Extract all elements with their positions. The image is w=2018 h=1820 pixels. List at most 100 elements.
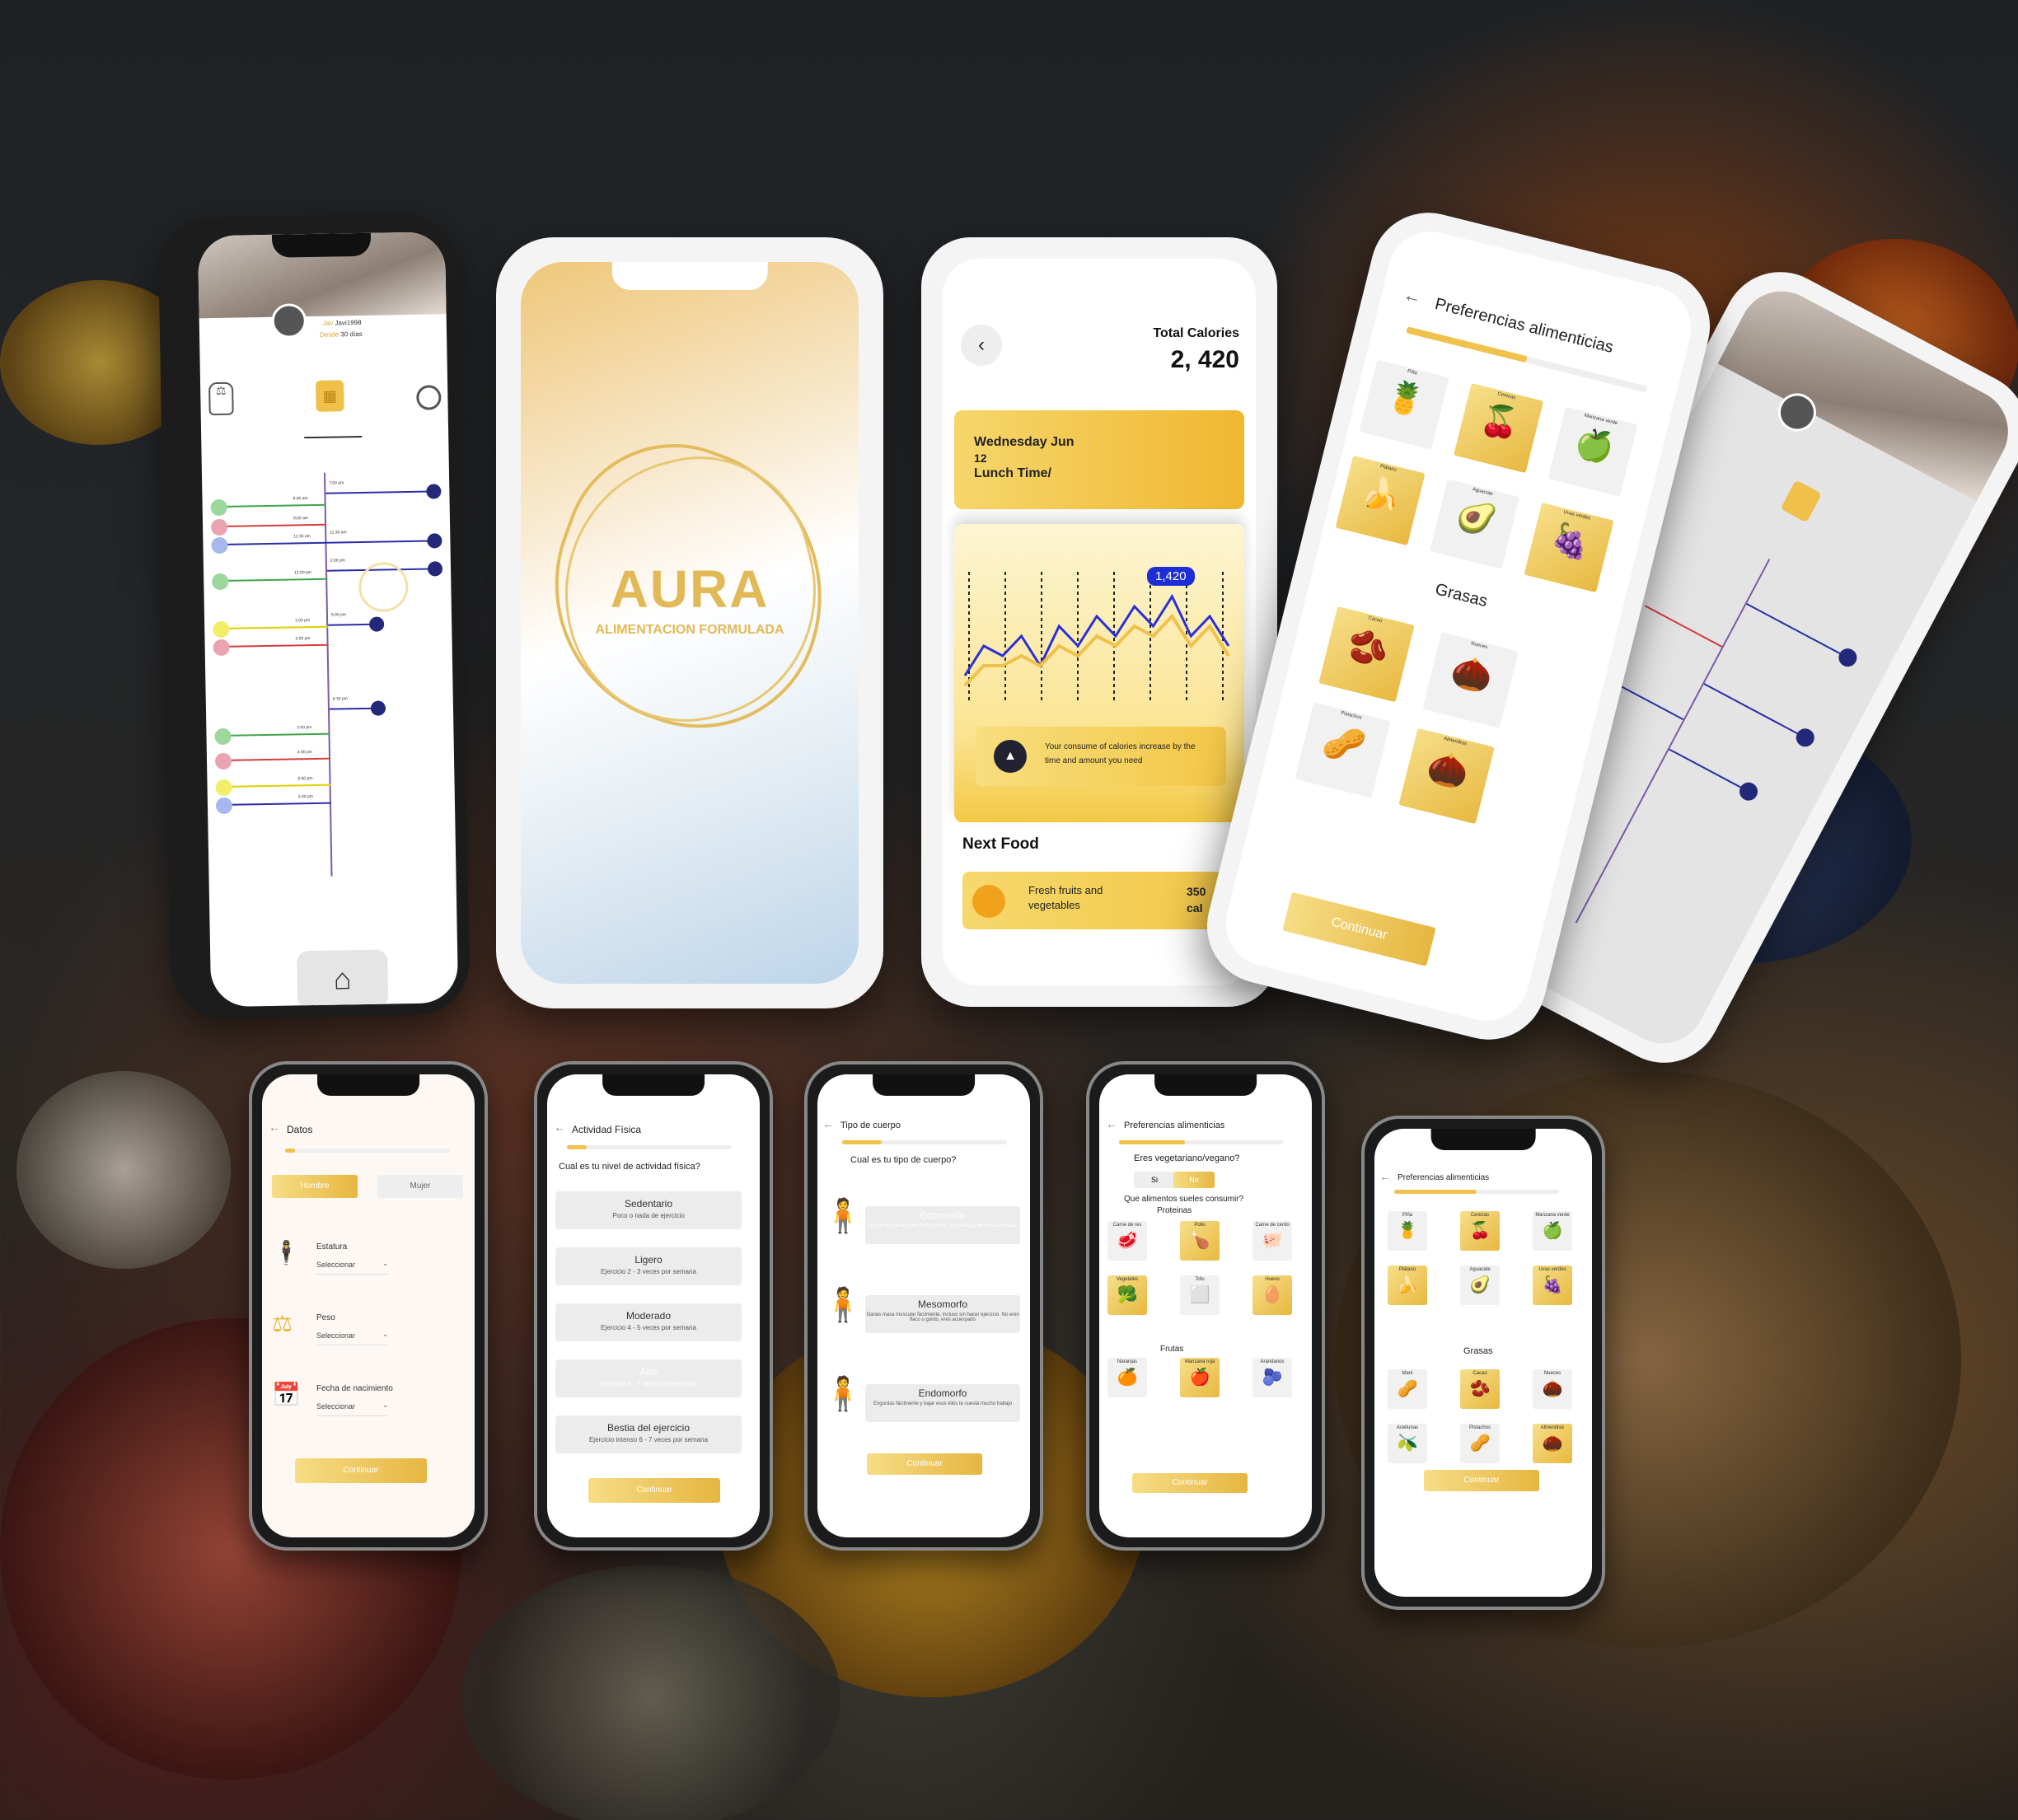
back-arrow-icon[interactable]: ← xyxy=(1379,1170,1391,1183)
back-button[interactable]: ‹ xyxy=(961,325,1002,366)
body-type-option[interactable]: Ectomorfo Cuerpo lo que sea pero no engor… xyxy=(865,1206,1020,1244)
food-tile[interactable]: Uvas verdes 🍇 xyxy=(1524,503,1614,593)
food-tile-label: Almendras xyxy=(1540,1425,1565,1430)
food-tile[interactable]: Aceitunas 🫒 xyxy=(1388,1424,1427,1463)
food-tile[interactable]: Tofu ⬜ xyxy=(1180,1275,1220,1315)
timeline-time: 11:30 am xyxy=(330,530,347,536)
timeline-node[interactable] xyxy=(213,639,230,657)
food-tile[interactable]: Maní 🥜 xyxy=(1388,1369,1427,1409)
field-select[interactable]: Seleccionar xyxy=(316,1331,387,1345)
calendar-icon[interactable]: ▦ xyxy=(316,380,344,412)
food-tile[interactable]: Manzana roja 🍎 xyxy=(1180,1358,1220,1397)
calendar-icon-2[interactable] xyxy=(1780,480,1823,523)
food-tile[interactable]: Aguacate 🥑 xyxy=(1430,479,1520,569)
timeline-node[interactable] xyxy=(213,620,230,639)
food-tile[interactable]: Carne de res 🥩 xyxy=(1107,1221,1147,1261)
activity-option[interactable]: Moderado Ejercicio 4 - 5 veces por semana xyxy=(555,1303,742,1341)
screen-title: Datos xyxy=(287,1124,313,1135)
timeline-node[interactable] xyxy=(212,573,229,591)
timeline-node[interactable] xyxy=(210,518,228,536)
timeline-time: 5:30 pm xyxy=(297,794,313,800)
continue-button[interactable]: Continuar xyxy=(1282,891,1436,966)
continue-button[interactable]: Continuar xyxy=(867,1453,982,1475)
avatar[interactable] xyxy=(271,303,307,339)
continue-button[interactable]: Continuar xyxy=(1132,1473,1248,1493)
timeline-node[interactable] xyxy=(214,728,232,746)
continue-button[interactable]: Continuar xyxy=(295,1458,427,1483)
food-tile[interactable]: Pistachos 🥜 xyxy=(1295,702,1391,798)
food-tile-label: Pollo xyxy=(1194,1223,1206,1228)
continue-button[interactable]: Continuar xyxy=(588,1478,720,1503)
back-arrow-icon[interactable]: ← xyxy=(269,1121,280,1134)
male-option[interactable]: Hombre xyxy=(272,1175,358,1198)
food-icon: 🍇 xyxy=(1542,1276,1563,1294)
food-tile[interactable]: Vegetales 🥦 xyxy=(1107,1275,1147,1315)
field-select[interactable]: Seleccionar xyxy=(316,1402,387,1416)
timeline-meal-dot[interactable] xyxy=(426,484,442,499)
back-arrow-icon[interactable]: ← xyxy=(1106,1117,1117,1130)
timeline-node[interactable] xyxy=(215,797,233,815)
food-tile[interactable]: Nueces 🌰 xyxy=(1533,1369,1572,1409)
timeline-meal-dot[interactable] xyxy=(370,700,386,716)
food-tile-label: Pistachos xyxy=(1468,1425,1491,1430)
food-tile[interactable]: Cacao 🫘 xyxy=(1460,1369,1500,1409)
next-food-title: Next Food xyxy=(962,835,1039,853)
timeline-node[interactable] xyxy=(211,536,228,554)
timeline-node[interactable] xyxy=(215,779,232,797)
activity-option[interactable]: Ligero Ejercicio 2 - 3 veces por semana xyxy=(555,1247,742,1285)
scale-icon[interactable]: ⚖ xyxy=(208,381,234,416)
info-text: Your consume of calories increase by the… xyxy=(1045,742,1196,765)
back-arrow-icon[interactable]: ← xyxy=(822,1117,834,1130)
timeline-meal-dot[interactable] xyxy=(427,533,442,549)
chevron-down-icon: ⌄ xyxy=(382,1259,389,1267)
lollipop-icon[interactable] xyxy=(416,385,442,410)
food-tile[interactable]: Plátano 🍌 xyxy=(1388,1266,1427,1305)
no-button[interactable]: No xyxy=(1173,1172,1215,1188)
food-tile[interactable]: Aguacate 🥑 xyxy=(1460,1266,1500,1305)
food-tile[interactable]: Almendras 🌰 xyxy=(1533,1424,1572,1463)
timeline-line-left xyxy=(221,523,327,527)
food-tile[interactable]: Plátano 🍌 xyxy=(1335,455,1426,546)
yes-button[interactable]: Si xyxy=(1134,1172,1175,1188)
timeline-line-right xyxy=(328,623,375,626)
activity-option[interactable]: Bestia del ejercicio Ejercicio intenso 6 … xyxy=(555,1415,742,1453)
activity-option[interactable]: Sedentario Poco o nada de ejercicio xyxy=(555,1191,742,1229)
continue-button[interactable]: Continuar xyxy=(1424,1470,1539,1491)
back-arrow-icon[interactable]: ← xyxy=(1401,283,1424,309)
food-tile[interactable]: Naranjas 🍊 xyxy=(1107,1358,1147,1397)
field-select[interactable]: Seleccionar xyxy=(316,1261,387,1275)
timeline-meal-dot[interactable] xyxy=(369,616,385,632)
body-type-option[interactable]: Mesomorfo Ganas masa muscular fácilmente,… xyxy=(865,1295,1020,1333)
home-button[interactable]: ⌂ xyxy=(297,949,389,1008)
screen-title: Preferencias alimenticias xyxy=(1398,1173,1490,1182)
food-icon: 🥑 xyxy=(1469,1276,1491,1294)
food-tile[interactable]: Cacao 🫘 xyxy=(1318,606,1415,703)
back-arrow-icon[interactable]: ← xyxy=(554,1121,565,1134)
food-tile[interactable]: Manzana verde 🍏 xyxy=(1547,406,1638,497)
meal-label: Lunch Time/ xyxy=(974,466,1051,480)
food-tile[interactable]: Pollo 🍗 xyxy=(1180,1221,1220,1261)
food-tile[interactable]: Cerezas 🍒 xyxy=(1460,1211,1500,1251)
food-tile[interactable]: Arandanos 🫐 xyxy=(1252,1358,1292,1397)
food-tile[interactable]: Uvas verdes 🍇 xyxy=(1533,1266,1572,1305)
food-icon: 🫐 xyxy=(1262,1369,1283,1387)
food-tile[interactable]: Manzana verde 🍏 xyxy=(1533,1211,1572,1251)
body-type-option[interactable]: Endomorfo Engordas fácilmente y bajar eso… xyxy=(865,1384,1020,1422)
food-tile[interactable]: Pistachos 🥜 xyxy=(1460,1424,1500,1463)
food-tile[interactable]: Carne de cerdo 🐖 xyxy=(1252,1221,1292,1261)
food-icon: 🍌 xyxy=(1397,1276,1418,1294)
activity-option[interactable]: Alto Ejercicio 6 - 7 veces por semana xyxy=(555,1359,742,1397)
timeline-node[interactable] xyxy=(210,498,227,517)
female-option[interactable]: Mujer xyxy=(377,1175,463,1198)
food-tile[interactable]: Nueces 🌰 xyxy=(1422,632,1519,728)
food-tile[interactable]: Cerezas 🍒 xyxy=(1454,383,1544,474)
timeline-time: 12:00 pm xyxy=(294,570,311,576)
timeline-line-left xyxy=(220,503,326,508)
food-tile[interactable]: Piña 🍍 xyxy=(1359,359,1449,450)
timeline-node[interactable] xyxy=(214,752,232,770)
timeline-meal-dot[interactable] xyxy=(427,561,443,577)
food-tile[interactable]: Piña 🍍 xyxy=(1388,1211,1427,1251)
field-label: Estatura xyxy=(316,1242,348,1252)
food-tile[interactable]: Almendras 🌰 xyxy=(1398,728,1495,825)
food-tile[interactable]: Huevo 🥚 xyxy=(1252,1275,1292,1315)
